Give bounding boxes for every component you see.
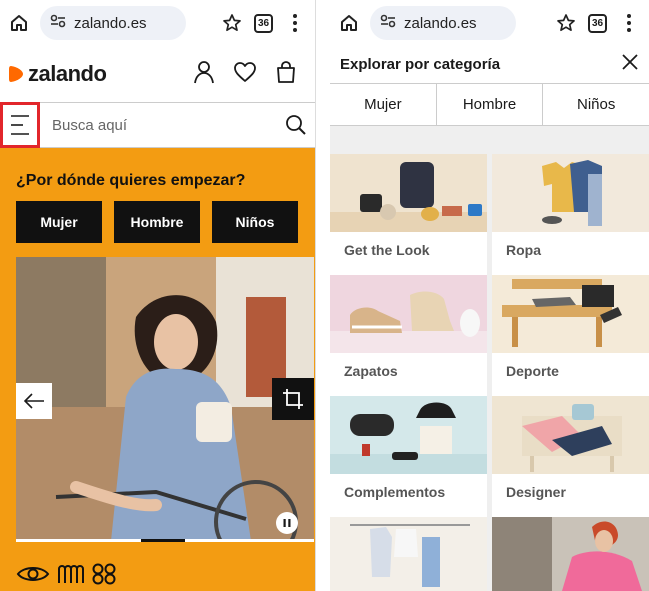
promo-heading: ¿Por dónde quieres empezar? [16,172,246,189]
search-input[interactable] [40,103,276,147]
pause-icon [283,519,291,527]
home-icon[interactable] [338,12,360,34]
browser-toolbar: zalando.es 36 [330,0,649,46]
pause-button[interactable] [276,512,298,534]
grid-circles-icon[interactable] [92,563,116,585]
wishlist-heart-icon[interactable] [233,61,257,88]
menu-button[interactable] [0,102,40,148]
arrow-left-icon [23,393,44,409]
category-panel-header: Explorar por categoría [330,46,649,84]
category-tile-get-the-look[interactable]: Get the Look [330,154,487,275]
tab-mujer[interactable]: Mujer [330,84,437,125]
category-buttons: Mujer Hombre Niños [16,201,298,243]
category-image [492,275,649,353]
zalando-logo[interactable]: zalando [8,61,107,87]
category-image [330,275,487,353]
category-label: Designer [492,474,649,517]
search-bar [0,102,315,148]
address-bar[interactable]: zalando.es [40,6,186,40]
category-image [492,154,649,232]
category-tile-more-2[interactable] [492,517,649,591]
tab-ninos[interactable]: Niños [543,84,649,125]
crop-icon [283,389,303,409]
category-label: Zapatos [330,353,487,396]
gender-tabs: Mujer Hombre Niños [330,84,649,126]
panel-title: Explorar por categoría [340,56,501,73]
category-button-hombre[interactable]: Hombre [114,201,200,243]
category-image [330,517,487,591]
category-image [330,396,487,474]
category-button-ninos[interactable]: Niños [212,201,298,243]
category-tile-ropa[interactable]: Ropa [492,154,649,275]
category-label: Ropa [492,232,649,275]
hero-photo-illustration [16,257,314,541]
search-icon[interactable] [276,114,315,136]
category-button-mujer[interactable]: Mujer [16,201,102,243]
carousel-progress-fill [141,539,185,542]
category-tile-complementos[interactable]: Complementos [330,396,487,517]
more-menu-icon[interactable] [617,11,641,35]
brand-icons-row [16,563,116,585]
brand-name: zalando [28,61,107,86]
tab-count-button[interactable]: 36 [254,13,273,33]
shopping-bag-icon[interactable] [275,60,297,89]
eye-icon[interactable] [16,563,50,585]
category-image [330,154,487,232]
left-screen: zalando.es 36 zalando Busca aquí ¿Por dó… [0,0,316,591]
crop-button[interactable] [272,378,314,420]
account-icon[interactable] [193,60,215,89]
hero-image[interactable] [16,257,314,541]
star-icon[interactable] [220,11,244,35]
category-tile-zapatos[interactable]: Zapatos [330,275,487,396]
category-label: Get the Look [330,232,487,275]
carousel-progress [16,539,314,542]
url-text: zalando.es [404,14,477,32]
close-icon[interactable] [621,53,639,76]
zalando-logo-icon [9,66,23,82]
address-bar[interactable]: zalando.es [370,6,516,40]
right-screen: zalando.es 36 Explorar por categoría Muj… [330,0,649,591]
hamburger-menu-icon [11,115,29,135]
category-tile-deporte[interactable]: Deporte [492,275,649,396]
category-image [492,517,649,591]
site-header: zalando [0,46,315,102]
carousel-prev-button[interactable] [16,383,52,419]
category-image [492,396,649,474]
brand-logo-icon[interactable] [56,563,86,585]
url-text: zalando.es [74,14,147,32]
tab-hombre[interactable]: Hombre [437,84,544,125]
star-icon[interactable] [554,11,578,35]
category-grid: Get the Look Ropa Zapatos Deporte Comple… [330,126,649,591]
tab-count-button[interactable]: 36 [588,13,607,33]
browser-toolbar: zalando.es 36 [0,0,315,46]
category-tile-more[interactable] [330,517,487,591]
site-settings-icon[interactable] [380,14,396,32]
site-settings-icon[interactable] [50,14,66,32]
category-label: Deporte [492,353,649,396]
promo-section: ¿Por dónde quieres empezar? Mujer Hombre… [0,148,315,591]
home-icon[interactable] [8,12,30,34]
category-tile-designer[interactable]: Designer [492,396,649,517]
category-label: Complementos [330,474,487,517]
more-menu-icon[interactable] [283,11,307,35]
